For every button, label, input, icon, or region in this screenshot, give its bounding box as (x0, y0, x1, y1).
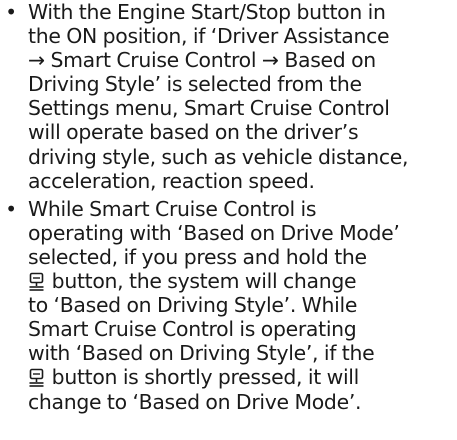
text-line: driving style, such as vehicle distance, (28, 144, 409, 169)
text-line: button is shortly pressed, it will (28, 365, 455, 389)
text-line: button, the system will change (28, 269, 455, 293)
text-line: selected, if you press and hold the (28, 244, 367, 269)
text-line: to ‘Based on Driving Style’. While (28, 293, 358, 318)
text-line: → Smart Cruise Control → Based on (28, 48, 376, 73)
text-fragment: button, the system will change (46, 269, 357, 294)
list-item: • While Smart Cruise Control is operatin… (0, 197, 457, 414)
text-line: change to ‘Based on Drive Mode’. (28, 389, 362, 414)
text-line: Smart Cruise Control is operating (28, 317, 357, 342)
list-item: • With the Engine Start/Stop button in t… (0, 0, 457, 193)
text-line: with ‘Based on Driving Style’, if the (28, 341, 375, 366)
instruction-list: • With the Engine Start/Stop button in t… (0, 0, 457, 414)
text-line: the ON position, if ‘Driver Assistance (28, 24, 390, 49)
text-line: With the Engine Start/Stop button in (28, 0, 386, 24)
bullet-point: • (5, 0, 17, 24)
driving-style-button-icon (28, 272, 45, 292)
text-line: While Smart Cruise Control is (28, 196, 317, 221)
text-line: operating with ‘Based on Drive Mode’ (28, 220, 400, 245)
driving-style-button-icon (28, 368, 45, 388)
text-line: Settings menu, Smart Cruise Control (28, 96, 390, 121)
text-line: Driving Style’ is selected from the (28, 72, 362, 97)
text-fragment: button is shortly pressed, it will (46, 365, 360, 390)
text-line: acceleration, reaction speed. (28, 168, 315, 193)
text-line: will operate based on the driver’s (28, 120, 359, 145)
bullet-point: • (5, 196, 17, 221)
